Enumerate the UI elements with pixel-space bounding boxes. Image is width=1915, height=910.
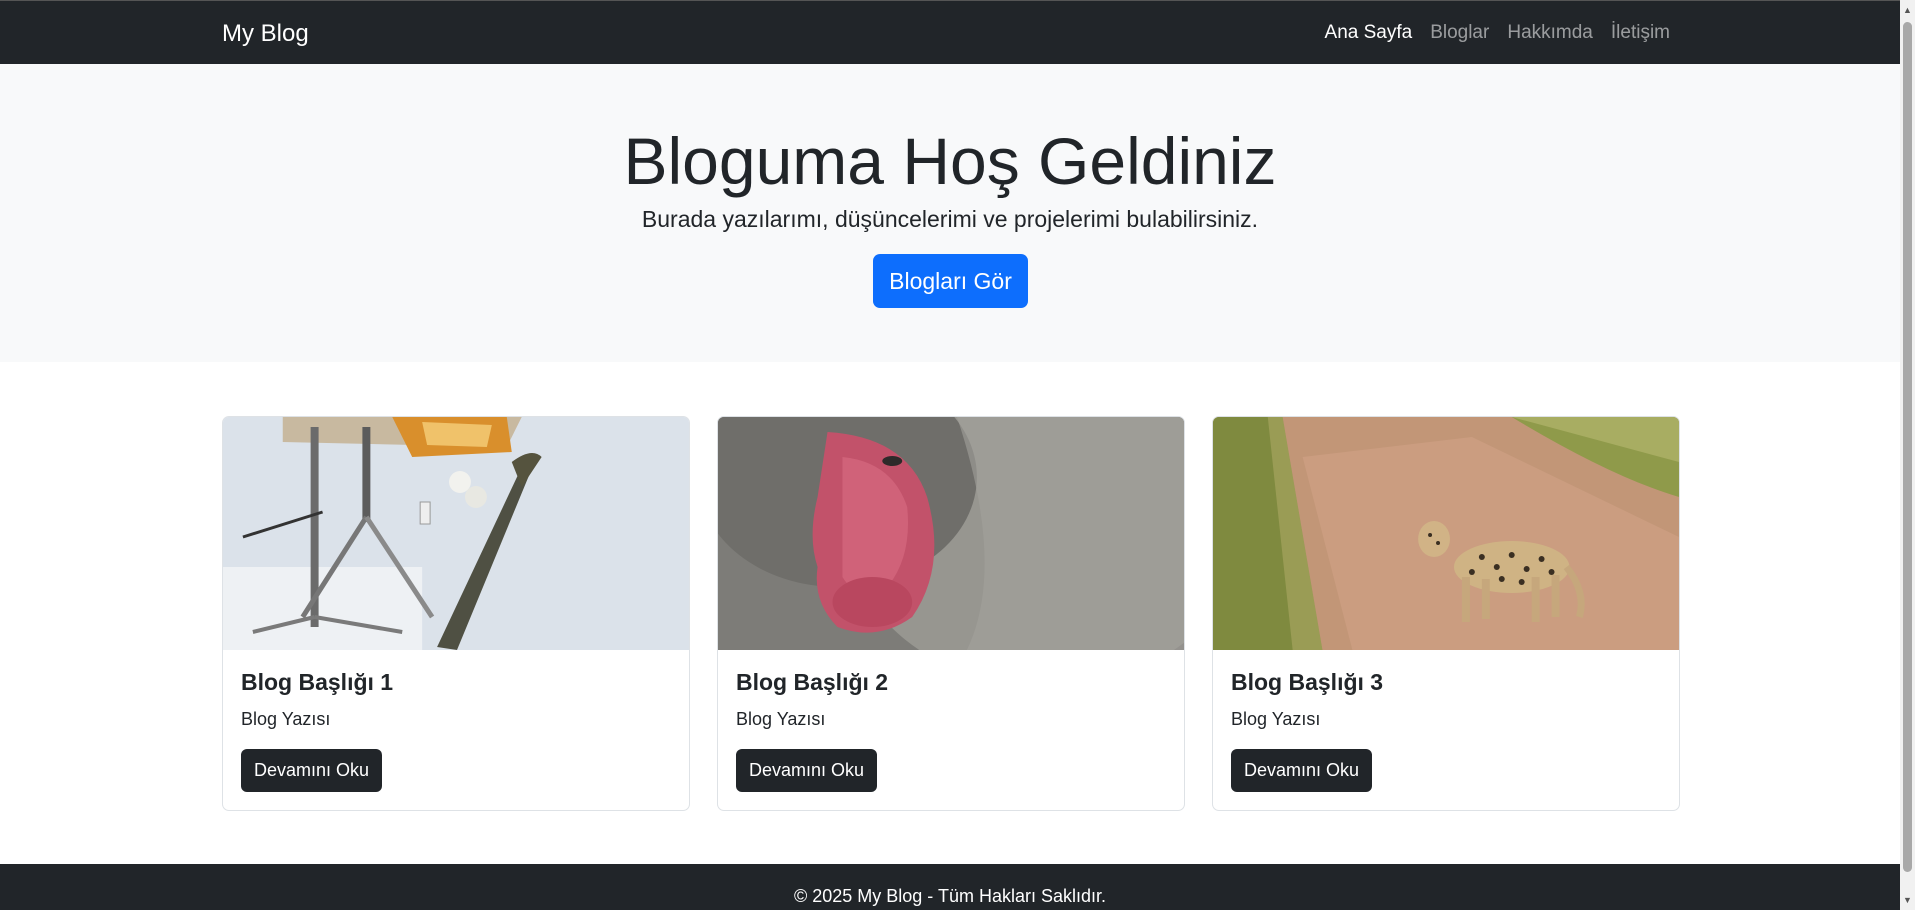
card-title: Blog Başlığı 3 [1231,669,1384,695]
card-text: Blog Yazısı [1231,709,1321,729]
card-image-leopard [1213,417,1679,650]
card-image-lab-equipment [223,417,689,650]
hero-section: Bloguma Hoş Geldiniz Burada yazılarımı, … [0,64,1900,362]
nav-links: Ana Sayfa Bloglar Hakkımda İletişim [1325,22,1670,44]
hero-subtitle: Burada yazılarımı, düşüncelerimi ve proj… [641,206,1259,232]
brand-logo-link[interactable]: My Blog [222,20,309,48]
scrollbar-thumb[interactable] [1903,22,1912,872]
read-more-button[interactable]: Devamını Oku [736,749,877,792]
copyright-text: © 2025 My Blog - Tüm Hakları Saklıdır. [793,886,1107,906]
nav-link-home[interactable]: Ana Sayfa [1325,22,1413,44]
vertical-scrollbar[interactable]: ▲ ▼ [1900,0,1915,910]
card-title: Blog Başlığı 2 [736,669,889,695]
card-title: Blog Başlığı 1 [241,669,394,695]
nav-link-about[interactable]: Hakkımda [1507,22,1593,44]
page-footer: © 2025 My Blog - Tüm Hakları Saklıdır. [0,864,1900,910]
read-more-button[interactable]: Devamını Oku [241,749,382,792]
card-text: Blog Yazısı [736,709,826,729]
blog-card-3: Blog Başlığı 3 Blog Yazısı Devamını Oku [1212,416,1680,811]
scroll-up-arrow-icon[interactable]: ▲ [1902,4,1913,16]
nav-link-blogs[interactable]: Bloglar [1430,22,1489,44]
hero-title: Bloguma Hoş Geldiniz [623,124,1277,198]
scroll-down-arrow-icon[interactable]: ▼ [1902,894,1913,906]
nav-link-contact[interactable]: İletişim [1611,22,1670,44]
top-navbar: My Blog Ana Sayfa Bloglar Hakkımda İleti… [0,0,1900,64]
card-image-macaque [718,417,1184,650]
blog-card-1: Blog Başlığı 1 Blog Yazısı Devamını Oku [222,416,690,811]
view-blogs-button[interactable]: Blogları Gör [873,254,1028,308]
read-more-button[interactable]: Devamını Oku [1231,749,1372,792]
blog-card-2: Blog Başlığı 2 Blog Yazısı Devamını Oku [717,416,1185,811]
card-text: Blog Yazısı [241,709,331,729]
